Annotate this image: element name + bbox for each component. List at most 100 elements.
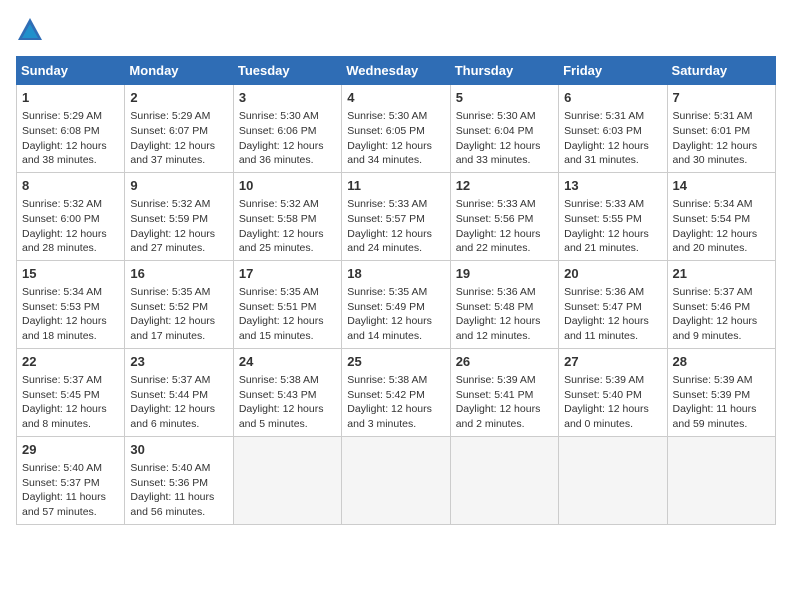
sunset-text: Sunset: 5:57 PM: [347, 213, 425, 225]
sunrise-text: Sunrise: 5:32 AM: [22, 198, 102, 210]
sunset-text: Sunset: 6:05 PM: [347, 125, 425, 137]
daylight-text: Daylight: 11 hours and 56 minutes.: [130, 491, 214, 518]
calendar-cell: 6Sunrise: 5:31 AMSunset: 6:03 PMDaylight…: [559, 85, 667, 173]
daylight-text: Daylight: 12 hours and 25 minutes.: [239, 228, 324, 255]
calendar-week-5: 29 Sunrise: 5:40 AM Sunset: 5:37 PM Dayligh…: [17, 436, 776, 524]
sunrise-text: Sunrise: 5:35 AM: [347, 286, 427, 298]
daylight-text: Daylight: 12 hours and 18 minutes.: [22, 315, 107, 342]
daylight-text: Daylight: 12 hours and 15 minutes.: [239, 315, 324, 342]
calendar-cell: 9Sunrise: 5:32 AMSunset: 5:59 PMDaylight…: [125, 172, 233, 260]
sunset-text: Sunset: 6:06 PM: [239, 125, 317, 137]
calendar-cell: 30Sunrise: 5:40 AMSunset: 5:36 PMDayligh…: [125, 436, 233, 524]
sunrise-text: Sunrise: 5:38 AM: [239, 374, 319, 386]
sunset-text: Sunset: 6:00 PM: [22, 213, 100, 225]
calendar-week-4: 22Sunrise: 5:37 AMSunset: 5:45 PMDayligh…: [17, 348, 776, 436]
sunrise-text: Sunrise: 5:30 AM: [239, 110, 319, 122]
col-header-monday: Monday: [125, 57, 233, 85]
sunset-text: Sunset: 5:44 PM: [130, 389, 208, 401]
calendar-week-2: 8Sunrise: 5:32 AMSunset: 6:00 PMDaylight…: [17, 172, 776, 260]
sunrise-text: Sunrise: 5:40 AM: [22, 462, 102, 474]
sunrise-text: Sunrise: 5:36 AM: [564, 286, 644, 298]
daylight-text: Daylight: 11 hours and 59 minutes.: [673, 403, 757, 430]
calendar-cell: 2Sunrise: 5:29 AMSunset: 6:07 PMDaylight…: [125, 85, 233, 173]
day-number: 15: [22, 265, 119, 283]
sunrise-text: Sunrise: 5:37 AM: [673, 286, 753, 298]
sunset-text: Sunset: 6:08 PM: [22, 125, 100, 137]
sunset-text: Sunset: 5:40 PM: [564, 389, 642, 401]
daylight-text: Daylight: 12 hours and 0 minutes.: [564, 403, 649, 430]
calendar-cell: 11Sunrise: 5:33 AMSunset: 5:57 PMDayligh…: [342, 172, 450, 260]
day-number: 30: [130, 441, 227, 459]
col-header-friday: Friday: [559, 57, 667, 85]
calendar-cell: 21Sunrise: 5:37 AMSunset: 5:46 PMDayligh…: [667, 260, 775, 348]
daylight-text: Daylight: 12 hours and 30 minutes.: [673, 140, 758, 167]
day-number: 4: [347, 89, 444, 107]
sunset-text: Sunset: 5:56 PM: [456, 213, 534, 225]
daylight-text: Daylight: 12 hours and 37 minutes.: [130, 140, 215, 167]
day-number: 17: [239, 265, 336, 283]
daylight-text: Daylight: 12 hours and 21 minutes.: [564, 228, 649, 255]
day-number: 29: [22, 441, 119, 459]
sunrise-text: Sunrise: 5:33 AM: [456, 198, 536, 210]
sunrise-text: Sunrise: 5:39 AM: [673, 374, 753, 386]
day-number: 10: [239, 177, 336, 195]
day-number: 20: [564, 265, 661, 283]
sunset-text: Sunset: 5:58 PM: [239, 213, 317, 225]
sunrise-text: Sunrise: 5:29 AM: [22, 110, 102, 122]
daylight-text: Daylight: 12 hours and 9 minutes.: [673, 315, 758, 342]
sunrise-text: Sunrise: 5:39 AM: [564, 374, 644, 386]
daylight-text: Daylight: 12 hours and 24 minutes.: [347, 228, 432, 255]
day-number: 22: [22, 353, 119, 371]
calendar-cell: 7Sunrise: 5:31 AMSunset: 6:01 PMDaylight…: [667, 85, 775, 173]
sunrise-text: Sunrise: 5:33 AM: [347, 198, 427, 210]
daylight-text: Daylight: 12 hours and 38 minutes.: [22, 140, 107, 167]
col-header-tuesday: Tuesday: [233, 57, 341, 85]
sunset-text: Sunset: 6:01 PM: [673, 125, 751, 137]
sunrise-text: Sunrise: 5:33 AM: [564, 198, 644, 210]
sunrise-text: Sunrise: 5:30 AM: [456, 110, 536, 122]
daylight-text: Daylight: 12 hours and 22 minutes.: [456, 228, 541, 255]
calendar-cell: [450, 436, 558, 524]
calendar-cell: 22Sunrise: 5:37 AMSunset: 5:45 PMDayligh…: [17, 348, 125, 436]
calendar-cell: 29 Sunrise: 5:40 AM Sunset: 5:37 PM Dayligh…: [17, 436, 125, 524]
daylight-text: Daylight: 12 hours and 5 minutes.: [239, 403, 324, 430]
sunset-text: Sunset: 5:59 PM: [130, 213, 208, 225]
calendar-cell: 1 Sunrise: 5:29 AM Sunset: 6:08 PM Daylight…: [17, 85, 125, 173]
day-number: 23: [130, 353, 227, 371]
sunrise-text: Sunrise: 5:32 AM: [239, 198, 319, 210]
daylight-text: Daylight: 12 hours and 17 minutes.: [130, 315, 215, 342]
sunset-text: Sunset: 5:37 PM: [22, 477, 100, 489]
sunset-text: Sunset: 5:46 PM: [673, 301, 751, 313]
sunset-text: Sunset: 5:47 PM: [564, 301, 642, 313]
sunrise-text: Sunrise: 5:30 AM: [347, 110, 427, 122]
calendar-cell: 17Sunrise: 5:35 AMSunset: 5:51 PMDayligh…: [233, 260, 341, 348]
sunset-text: Sunset: 5:51 PM: [239, 301, 317, 313]
calendar-cell: 19Sunrise: 5:36 AMSunset: 5:48 PMDayligh…: [450, 260, 558, 348]
day-number: 6: [564, 89, 661, 107]
calendar-week-3: 15Sunrise: 5:34 AMSunset: 5:53 PMDayligh…: [17, 260, 776, 348]
sunrise-text: Sunrise: 5:37 AM: [22, 374, 102, 386]
col-header-sunday: Sunday: [17, 57, 125, 85]
calendar-cell: 5Sunrise: 5:30 AMSunset: 6:04 PMDaylight…: [450, 85, 558, 173]
calendar-cell: 20 Sunrise: 5:36 AM Sunset: 5:47 PM Dayligh…: [559, 260, 667, 348]
calendar-cell: 26Sunrise: 5:39 AMSunset: 5:41 PMDayligh…: [450, 348, 558, 436]
daylight-text: Daylight: 12 hours and 11 minutes.: [564, 315, 649, 342]
daylight-text: Daylight: 12 hours and 14 minutes.: [347, 315, 432, 342]
calendar-cell: [667, 436, 775, 524]
daylight-text: Daylight: 12 hours and 33 minutes.: [456, 140, 541, 167]
sunset-text: Sunset: 5:36 PM: [130, 477, 208, 489]
calendar-cell: 16Sunrise: 5:35 AMSunset: 5:52 PMDayligh…: [125, 260, 233, 348]
sunset-text: Sunset: 5:41 PM: [456, 389, 534, 401]
calendar-week-1: 1 Sunrise: 5:29 AM Sunset: 6:08 PM Daylight…: [17, 85, 776, 173]
daylight-text: Daylight: 12 hours and 27 minutes.: [130, 228, 215, 255]
day-number: 28: [673, 353, 770, 371]
calendar-cell: 10 Sunrise: 5:32 AM Sunset: 5:58 PM Dayligh…: [233, 172, 341, 260]
day-number: 25: [347, 353, 444, 371]
daylight-text: Daylight: 11 hours and 57 minutes.: [22, 491, 106, 518]
daylight-text: Daylight: 12 hours and 3 minutes.: [347, 403, 432, 430]
calendar-cell: 25Sunrise: 5:38 AMSunset: 5:42 PMDayligh…: [342, 348, 450, 436]
col-header-saturday: Saturday: [667, 57, 775, 85]
calendar-cell: 28Sunrise: 5:39 AMSunset: 5:39 PMDayligh…: [667, 348, 775, 436]
day-number: 1: [22, 89, 119, 107]
sunset-text: Sunset: 6:03 PM: [564, 125, 642, 137]
